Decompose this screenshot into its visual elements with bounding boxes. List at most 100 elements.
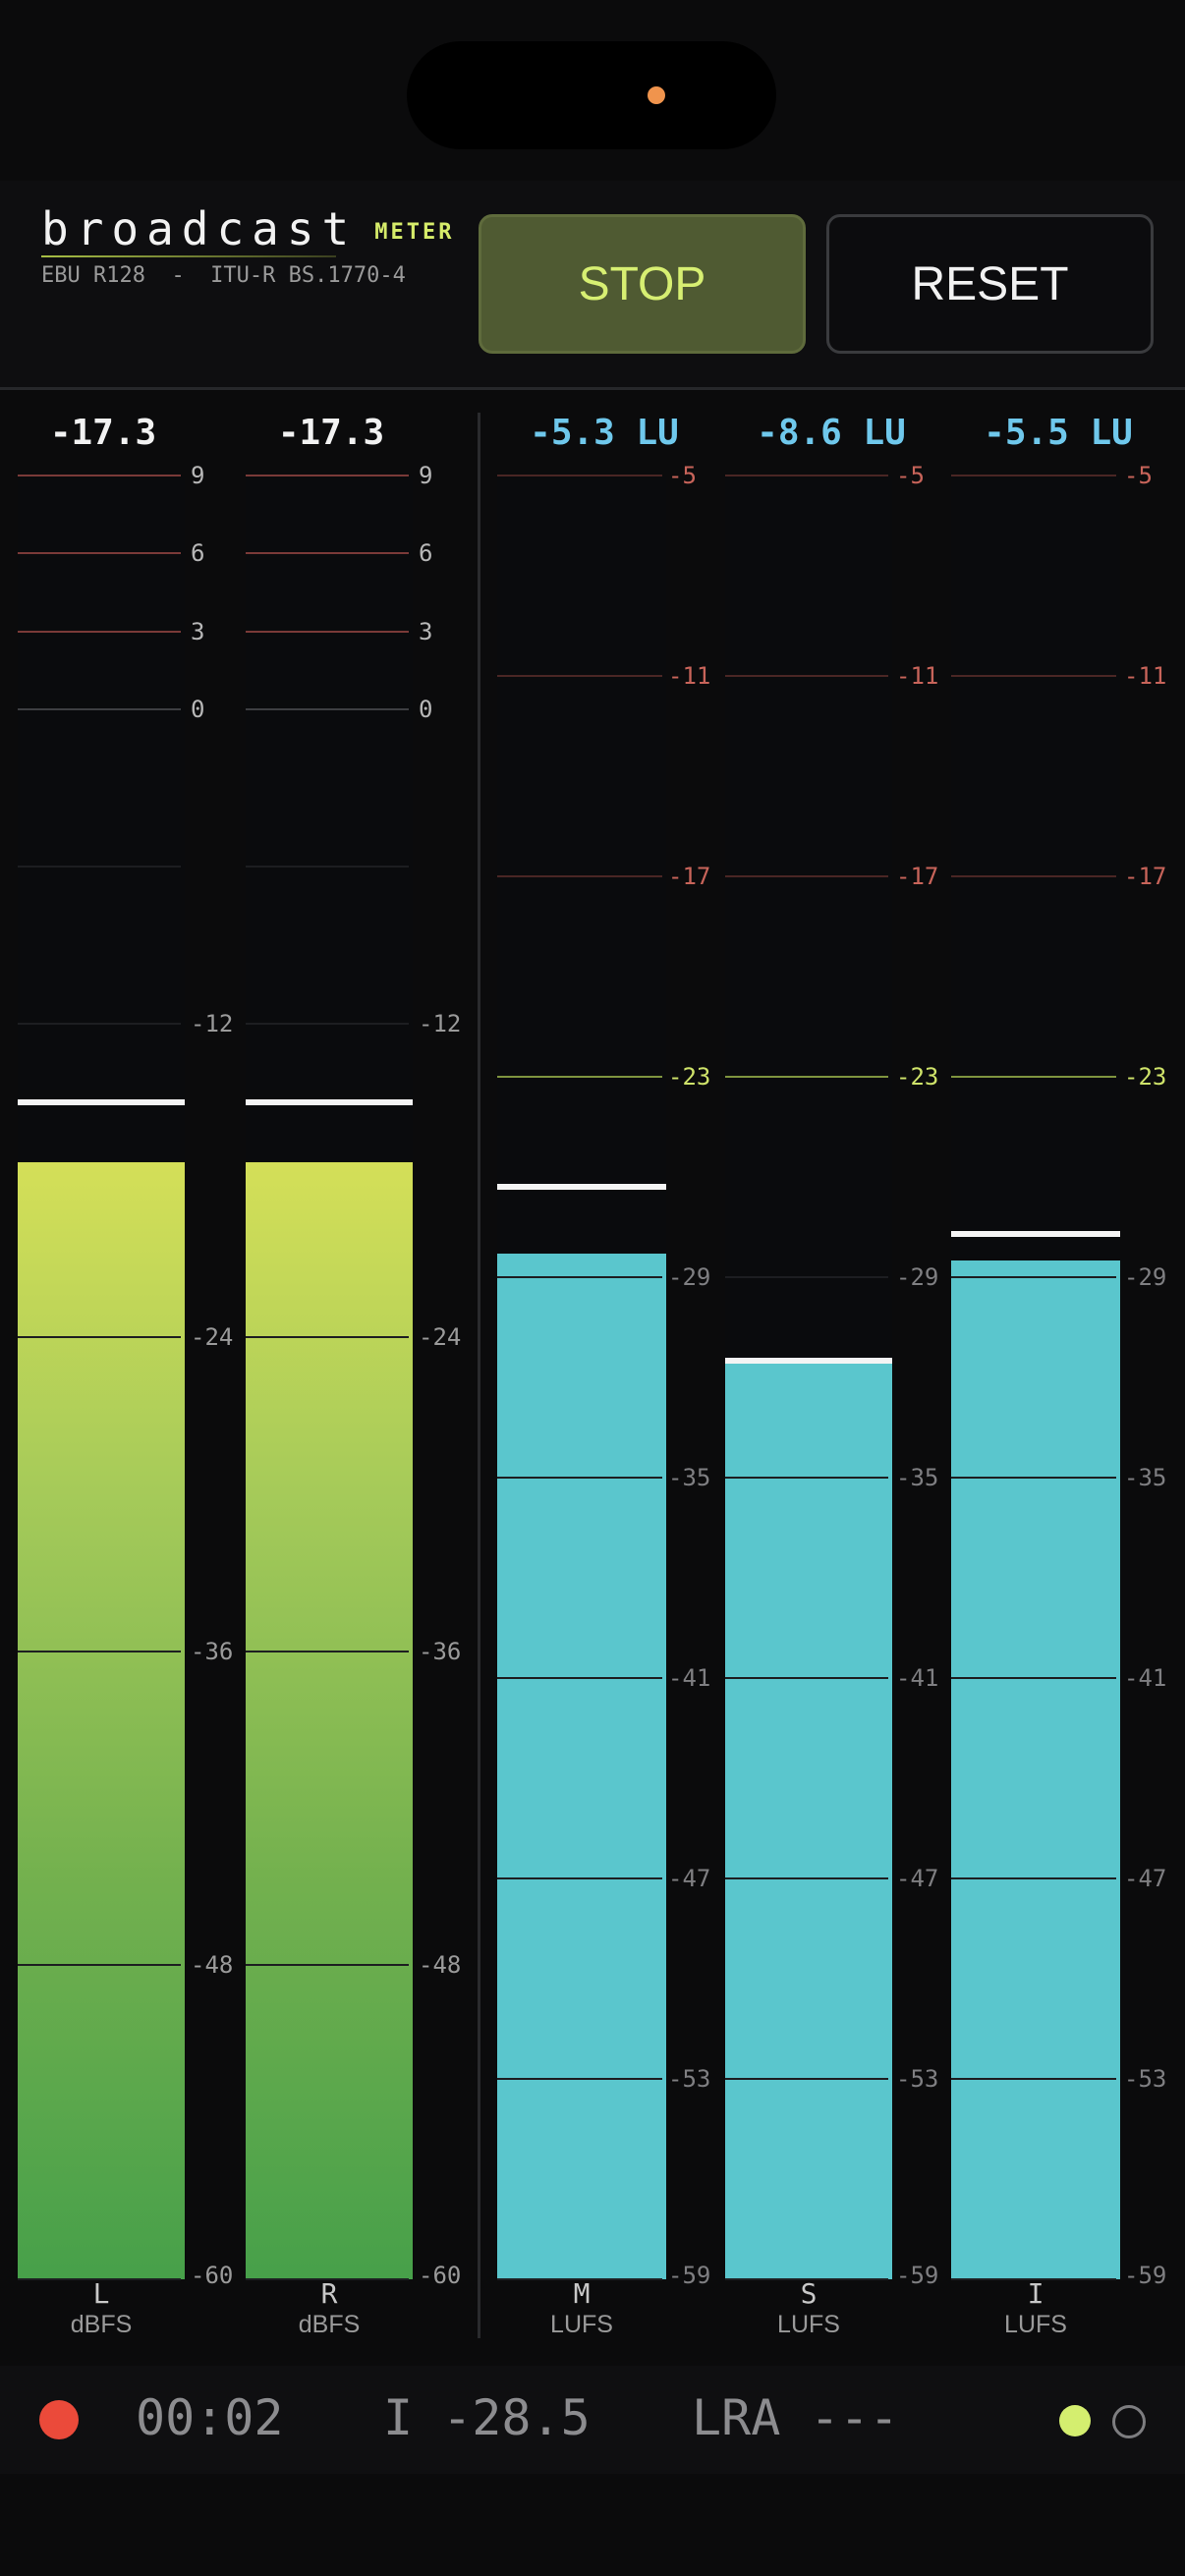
meter-tick-label: -11 [896,662,939,690]
meter-tick-label: -35 [1124,1464,1167,1491]
meter-readout-I: -5.5 LU [984,413,1133,453]
meter-gridline [497,675,662,677]
meter-readout-M: -5.3 LU [530,413,679,453]
meter-gridline [725,475,888,476]
meter-tick-label: -41 [896,1664,939,1692]
meter-fill-S [725,1364,892,2279]
meter-gridline [951,1076,1116,1078]
meter-tick-label: -5 [896,462,925,489]
meter-gridline [497,1076,662,1078]
meter-tick-label: -59 [1124,2262,1167,2289]
meter-gridline [246,1022,409,1025]
meter-tick-label: -47 [668,1865,711,1892]
meter-peak-hold-R [246,1098,413,1105]
meter-tick-label: -53 [1124,2065,1167,2093]
meter-tick-label: 3 [419,617,433,645]
meter-tick-label: -29 [896,1263,939,1291]
meter-divider [478,413,480,2338]
meter-tick-label: -11 [668,662,711,690]
brand-name: broadcast [41,202,358,255]
meter-gridline [951,1477,1116,1479]
meter-peak-hold-S [725,1358,892,1364]
meter-gridline [497,1677,662,1679]
meter-tick-label: -35 [668,1464,711,1491]
meter-tick-label: -36 [419,1637,462,1665]
meter-gridline [951,1877,1116,1879]
meter-channel-label-R: R [320,2277,338,2310]
meter-fill-L [18,1161,185,2279]
meter-gridline [497,2078,662,2080]
meter-gridline [18,865,181,868]
meter-channel-label-M: M [573,2277,591,2310]
meter-channel-label-I: I [1027,2277,1044,2310]
meter-gridline [246,708,409,710]
privacy-indicator-dot [648,86,665,104]
meter-readout-L: -17.3 [49,413,157,453]
signal-indicator-icon[interactable] [1059,2405,1091,2436]
meter-gridline [246,865,409,868]
meter-gridline [951,1276,1116,1278]
meter-gridline [18,708,181,710]
meter-track-I [951,476,1120,2279]
stop-button[interactable]: STOP [479,214,806,354]
meter-tick-label: -48 [419,1951,462,1980]
meter-gridline [725,1877,888,1879]
meter-gridline [725,1076,888,1078]
meter-readout-S: -8.6 LU [757,413,906,453]
meter-fill-I [951,1260,1120,2279]
meter-peak-hold-I [951,1230,1120,1237]
meter-gridline [18,475,181,476]
meter-tick-label: -11 [1124,662,1167,690]
meter-gridline [725,2078,888,2080]
meter-tick-label: -23 [668,1063,711,1091]
meter-tick-label: -41 [1124,1664,1167,1692]
clip-indicator-icon[interactable] [1112,2405,1146,2438]
meter-tick-label: 9 [419,462,433,489]
meter-fill-R [246,1161,413,2279]
meter-gridline [725,875,888,877]
meter-track-R [246,476,413,2279]
meter-gridline [497,875,662,877]
meter-tick-label: 9 [191,462,205,489]
meter-tick-label: -23 [1124,1063,1167,1091]
status-bar [0,0,1185,181]
meter-gridline [18,1022,181,1025]
standard-subtitle: EBU R128 - ITU-R BS.1770-4 [41,263,406,288]
meter-tick-label: -17 [1124,863,1167,890]
meter-gridline [497,1276,662,1278]
meter-gridline [246,630,409,633]
meter-gridline [725,1477,888,1479]
meter-gridline [497,1877,662,1879]
meter-tick-label: -17 [896,863,939,890]
meter-gridline [497,1477,662,1479]
meter-gridline [951,675,1116,677]
meter-tick-label: 0 [419,696,433,723]
meter-peak-hold-L [18,1098,185,1105]
meter-gridline [725,1677,888,1679]
meter-fill-M [497,1254,666,2279]
meter-tick-label: -17 [668,863,711,890]
meter-peak-hold-M [497,1184,666,1191]
meter-gridline [725,1276,888,1278]
meter-tick-label: -60 [419,2262,462,2289]
meter-tick-label: -48 [191,1951,234,1980]
reset-button[interactable]: RESET [826,214,1154,354]
meter-gridline [951,2078,1116,2080]
meter-tick-label: -29 [1124,1263,1167,1291]
meter-gridline [951,475,1116,476]
brand-underline [41,255,336,257]
meter-tick-label: -53 [896,2065,939,2093]
meter-tick-label: -41 [668,1664,711,1692]
meter-readout-R: -17.3 [277,413,385,453]
meter-tick-label: -12 [191,1009,234,1037]
meter-tick-label: -47 [896,1865,939,1892]
meter-gridline [18,630,181,633]
meter-channel-label-S: S [800,2277,818,2310]
meter-gridline [18,552,181,555]
meter-tick-label: -23 [896,1063,939,1091]
meter-tick-label: -24 [419,1323,462,1352]
meter-tick-label: -53 [668,2065,711,2093]
meter-gridline [246,1964,409,1967]
meter-gridline [951,1677,1116,1679]
meter-unit-label-I: LUFS [1004,2311,1067,2338]
